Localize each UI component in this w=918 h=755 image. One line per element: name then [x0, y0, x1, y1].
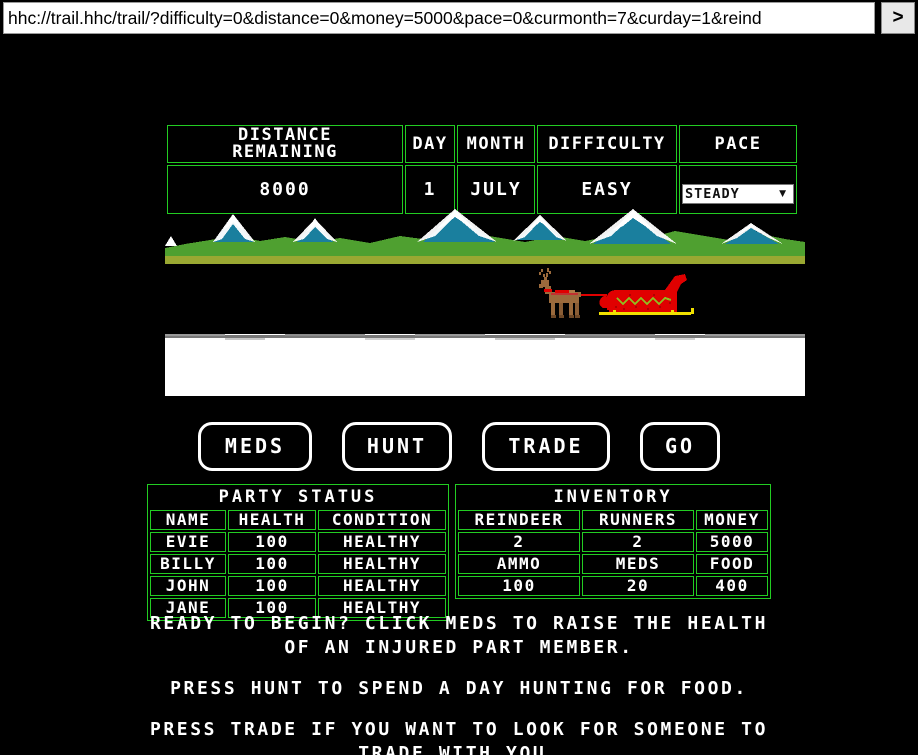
game-stage: DISTANCE REMAINING DAY MONTH DIFFICULTY …	[0, 36, 918, 755]
party-header-name: NAME	[150, 510, 226, 530]
table-row: BILLY 100 HEALTHY	[150, 554, 446, 574]
status-header-row: DISTANCE REMAINING DAY MONTH DIFFICULTY …	[167, 125, 797, 163]
party-condition: HEALTHY	[318, 554, 446, 574]
party-condition: HEALTHY	[318, 532, 446, 552]
inventory-header-food: FOOD	[696, 554, 768, 574]
inventory-header-row-1: REINDEER RUNNERS MONEY	[458, 510, 768, 530]
table-row: EVIE 100 HEALTHY	[150, 532, 446, 552]
action-button-row: MEDS HUNT TRADE GO	[0, 422, 918, 471]
table-row: JOHN 100 HEALTHY	[150, 576, 446, 596]
party-name: JOHN	[150, 576, 226, 596]
party-name: EVIE	[150, 532, 226, 552]
hunt-button[interactable]: HUNT	[342, 422, 452, 471]
pace-select-wrapper: STEADYSTRENUOUSGRUELING ▼	[682, 184, 794, 204]
inventory-value-runners: 2	[582, 532, 694, 552]
meds-button[interactable]: MEDS	[198, 422, 312, 471]
table-row: 2 2 5000	[458, 532, 768, 552]
party-condition: HEALTHY	[318, 576, 446, 596]
inventory-header-meds: MEDS	[582, 554, 694, 574]
header-day: DAY	[405, 125, 455, 163]
snow-edge-texture	[165, 334, 805, 340]
trade-button[interactable]: TRADE	[482, 422, 610, 471]
instruction-line-1: READY TO BEGIN? CLICK MEDS TO RAISE THE …	[149, 613, 769, 658]
party-status-table: PARTY STATUS NAME HEALTH CONDITION EVIE …	[147, 484, 449, 621]
table-row: 100 20 400	[458, 576, 768, 596]
party-header-health: HEALTH	[228, 510, 316, 530]
party-status-title: PARTY STATUS	[150, 487, 446, 508]
inventory-header-runners: RUNNERS	[582, 510, 694, 530]
browser-url-bar: >	[0, 0, 918, 36]
inventory-header-reindeer: REINDEER	[458, 510, 580, 530]
instruction-line-2: PRESS HUNT TO SPEND A DAY HUNTING FOR FO…	[170, 678, 748, 699]
party-header-condition: CONDITION	[318, 510, 446, 530]
party-name: BILLY	[150, 554, 226, 574]
header-distance-remaining: DISTANCE REMAINING	[167, 125, 403, 163]
inventory-header-money: MONEY	[696, 510, 768, 530]
party-health: 100	[228, 576, 316, 596]
instruction-line-3: PRESS TRADE IF YOU WANT TO LOOK FOR SOME…	[149, 719, 769, 755]
status-table: DISTANCE REMAINING DAY MONTH DIFFICULTY …	[165, 123, 799, 216]
go-button[interactable]: GO	[640, 422, 720, 471]
mountain-range-graphic	[165, 209, 805, 264]
inventory-header-ammo: AMMO	[458, 554, 580, 574]
inventory-value-ammo: 100	[458, 576, 580, 596]
header-difficulty: DIFFICULTY	[537, 125, 677, 163]
inventory-value-food: 400	[696, 576, 768, 596]
inventory-header-row-2: AMMO MEDS FOOD	[458, 554, 768, 574]
inventory-title: INVENTORY	[458, 487, 768, 508]
inventory-title-row: INVENTORY	[458, 487, 768, 508]
url-input[interactable]	[3, 2, 875, 34]
inventory-value-meds: 20	[582, 576, 694, 596]
party-health: 100	[228, 554, 316, 574]
snow-ground	[165, 334, 805, 396]
instructions-block: READY TO BEGIN? CLICK MEDS TO RAISE THE …	[135, 612, 783, 755]
party-header-row: NAME HEALTH CONDITION	[150, 510, 446, 530]
inventory-value-money: 5000	[696, 532, 768, 552]
inventory-value-reindeer: 2	[458, 532, 580, 552]
pace-select[interactable]: STEADYSTRENUOUSGRUELING	[682, 184, 794, 204]
inventory-table: INVENTORY REINDEER RUNNERS MONEY 2 2 500…	[455, 484, 771, 599]
navigate-go-button[interactable]: >	[881, 2, 915, 34]
party-title-row: PARTY STATUS	[150, 487, 446, 508]
scenery	[165, 206, 805, 396]
reindeer-sleigh-graphic	[539, 268, 694, 318]
header-month: MONTH	[457, 125, 535, 163]
tables-row: PARTY STATUS NAME HEALTH CONDITION EVIE …	[0, 484, 918, 621]
party-health: 100	[228, 532, 316, 552]
header-pace: PACE	[679, 125, 797, 163]
